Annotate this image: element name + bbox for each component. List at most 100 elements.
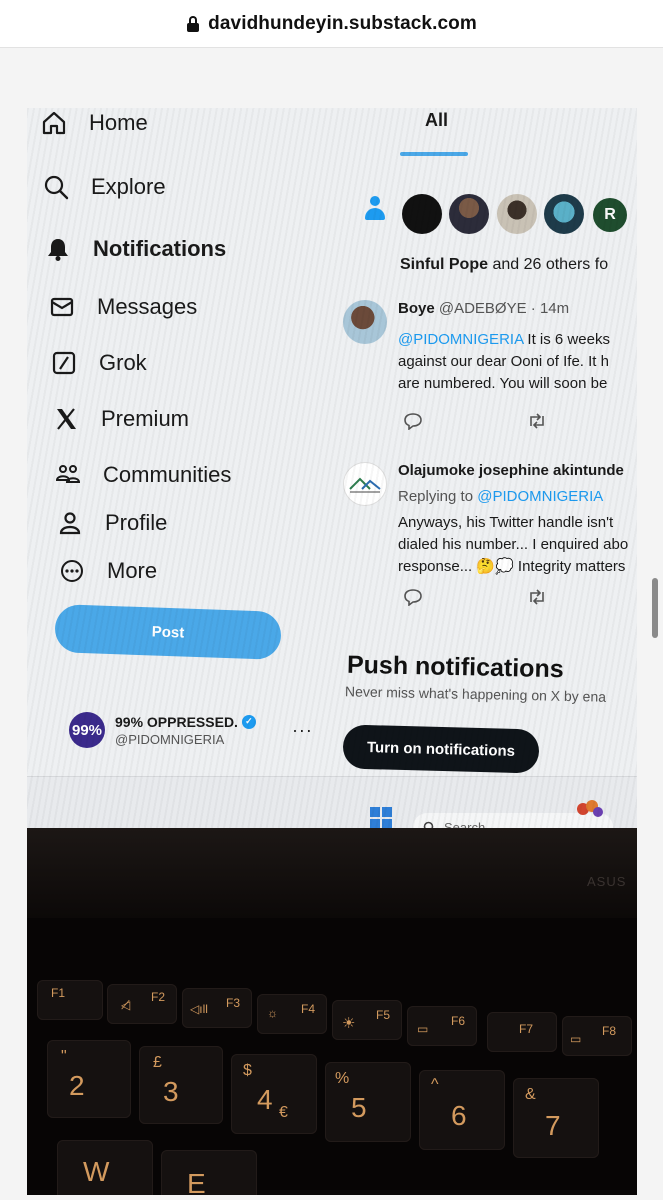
- repost-icon[interactable]: [527, 412, 547, 435]
- key-4: $ 4 €: [231, 1054, 317, 1134]
- key-f8: ▭ F8: [562, 1016, 632, 1056]
- laptop-screen: Home Explore Notifications Messages Grok: [27, 108, 637, 828]
- windows-start-icon[interactable]: [370, 807, 392, 828]
- notification-suffix: and 26 others fo: [488, 256, 609, 273]
- tweet-actions: [403, 588, 547, 611]
- key-w: W: [57, 1140, 153, 1195]
- notification-summary[interactable]: Sinful Pope and 26 others fo: [400, 256, 608, 274]
- nav-notifications-label: Notifications: [93, 236, 227, 261]
- browser-address-bar[interactable]: davidhundeyin.substack.com: [0, 0, 663, 48]
- grok-icon: [51, 350, 77, 376]
- account-switcher[interactable]: 99% 99% OPPRESSED. ✓ @PIDOMNIGERIA ···: [69, 712, 313, 748]
- mention-link[interactable]: @PIDOMNIGERIA: [398, 331, 523, 348]
- replying-to: Replying to @PIDOMNIGERIA: [398, 486, 603, 507]
- key-2: " 2: [47, 1040, 131, 1118]
- tweet-handle-time: @ADEBØYE · 14m: [438, 300, 570, 317]
- screen-icon: ▭: [570, 1032, 582, 1046]
- account-name: 99% OPPRESSED.: [115, 713, 238, 730]
- tweet[interactable]: Boye @ADEBØYE · 14m @PIDOMNIGERIA It is …: [343, 300, 637, 440]
- repost-icon[interactable]: [527, 588, 547, 611]
- taskbar-search-placeholder: Search: [444, 819, 486, 829]
- account-handle: @PIDOMNIGERIA: [115, 731, 225, 747]
- mention-link[interactable]: @PIDOMNIGERIA: [477, 488, 603, 505]
- reply-icon[interactable]: [403, 412, 423, 435]
- brightness-down-icon: ☼: [267, 1006, 278, 1020]
- account-name-row: 99% OPPRESSED. ✓: [115, 714, 256, 730]
- avatar[interactable]: [544, 194, 584, 234]
- communities-icon: [55, 462, 81, 488]
- key-6: ^ 6: [419, 1070, 505, 1150]
- replying-prefix: Replying to: [398, 488, 478, 505]
- nav-premium[interactable]: Premium: [53, 406, 189, 432]
- nav-notifications[interactable]: Notifications: [45, 236, 226, 262]
- nav-messages-label: Messages: [97, 294, 198, 319]
- bell-icon: [45, 236, 71, 262]
- key-f6: ▭ F6: [407, 1006, 477, 1046]
- verified-badge-icon: ✓: [241, 714, 256, 729]
- tweet-text-line: @PIDOMNIGERIA It is 6 weeks: [398, 329, 610, 350]
- nav-home[interactable]: Home: [41, 110, 148, 136]
- tweet-text-line: against our dear Ooni of Ife. It h: [398, 353, 609, 370]
- nav-more-label: More: [107, 558, 158, 583]
- key-5: % 5: [325, 1062, 411, 1142]
- nav-more[interactable]: More: [59, 558, 157, 584]
- key-f2: ◁̸ F2: [107, 984, 177, 1024]
- avatar[interactable]: [343, 462, 387, 506]
- r-logo-icon[interactable]: R: [593, 198, 627, 232]
- keyboard: F1 ◁̸ F2 ◁ıll F3 ☼ F4 ☀ F5 ▭ F6 F7 ▭ F8: [27, 918, 637, 1195]
- tab-all-indicator: [400, 152, 468, 156]
- taskbar-app-icon[interactable]: [575, 797, 605, 821]
- key-f4: ☼ F4: [257, 994, 327, 1034]
- x-logo-icon: [53, 406, 79, 432]
- embedded-photo: Home Explore Notifications Messages Grok: [27, 108, 637, 1195]
- volume-icon: ◁ıll: [190, 1002, 208, 1016]
- account-menu-icon[interactable]: ···: [292, 720, 313, 741]
- avatar: 99%: [69, 712, 105, 748]
- nav-profile[interactable]: Profile: [57, 510, 167, 536]
- nav-explore-label: Explore: [91, 174, 166, 199]
- envelope-icon: [49, 294, 75, 320]
- tweet[interactable]: Olajumoke josephine akintunde Replying t…: [343, 462, 637, 612]
- nav-messages[interactable]: Messages: [49, 294, 197, 320]
- key-7: & 7: [513, 1078, 599, 1158]
- tweet-text-line: response... 🤔💭 Integrity matters: [398, 558, 626, 575]
- more-icon: [59, 558, 85, 584]
- search-icon: [43, 174, 69, 200]
- tweet-actions: [403, 412, 547, 435]
- key-f7: F7: [487, 1012, 557, 1052]
- turn-on-notifications-button[interactable]: Turn on notifications: [342, 724, 540, 774]
- push-notifications-title: Push notifications: [346, 650, 564, 684]
- push-notifications-subtitle: Never miss what's happening on X by ena: [344, 683, 607, 705]
- search-icon: [423, 821, 434, 828]
- nav-grok[interactable]: Grok: [51, 350, 147, 376]
- key-f1: F1: [37, 980, 103, 1020]
- key-3: £ 3: [139, 1046, 223, 1124]
- nav-home-label: Home: [89, 110, 148, 135]
- scrollbar-thumb[interactable]: [652, 578, 658, 638]
- key-f3: ◁ıll F3: [182, 988, 252, 1028]
- avatar[interactable]: [449, 194, 489, 234]
- avatar[interactable]: [402, 194, 442, 234]
- nav-communities[interactable]: Communities: [55, 462, 231, 488]
- lock-icon: [186, 15, 200, 32]
- tweet-header: Boye @ADEBØYE · 14m: [398, 300, 569, 317]
- avatar[interactable]: [343, 300, 387, 344]
- home-icon: [41, 110, 67, 136]
- person-icon: [362, 196, 388, 226]
- tweet-author[interactable]: Olajumoke josephine akintunde: [398, 462, 624, 479]
- laptop-bezel: [27, 828, 637, 918]
- tweet-header: Olajumoke josephine akintunde: [398, 462, 624, 479]
- reply-icon[interactable]: [403, 588, 423, 611]
- profile-icon: [57, 510, 83, 536]
- nav-grok-label: Grok: [99, 350, 147, 375]
- display-icon: ▭: [417, 1022, 429, 1036]
- nav-explore[interactable]: Explore: [43, 174, 166, 200]
- post-button[interactable]: Post: [54, 604, 282, 660]
- tab-all[interactable]: All: [425, 110, 448, 131]
- nav-premium-label: Premium: [101, 406, 190, 431]
- avatar[interactable]: [497, 194, 537, 234]
- brightness-up-icon: ☀: [342, 1015, 356, 1032]
- tweet-text-line: dialed his number... I enquired abo: [398, 536, 629, 553]
- tweet-author[interactable]: Boye: [398, 300, 435, 317]
- tweet-text-line: Anyways, his Twitter handle isn't: [398, 514, 614, 531]
